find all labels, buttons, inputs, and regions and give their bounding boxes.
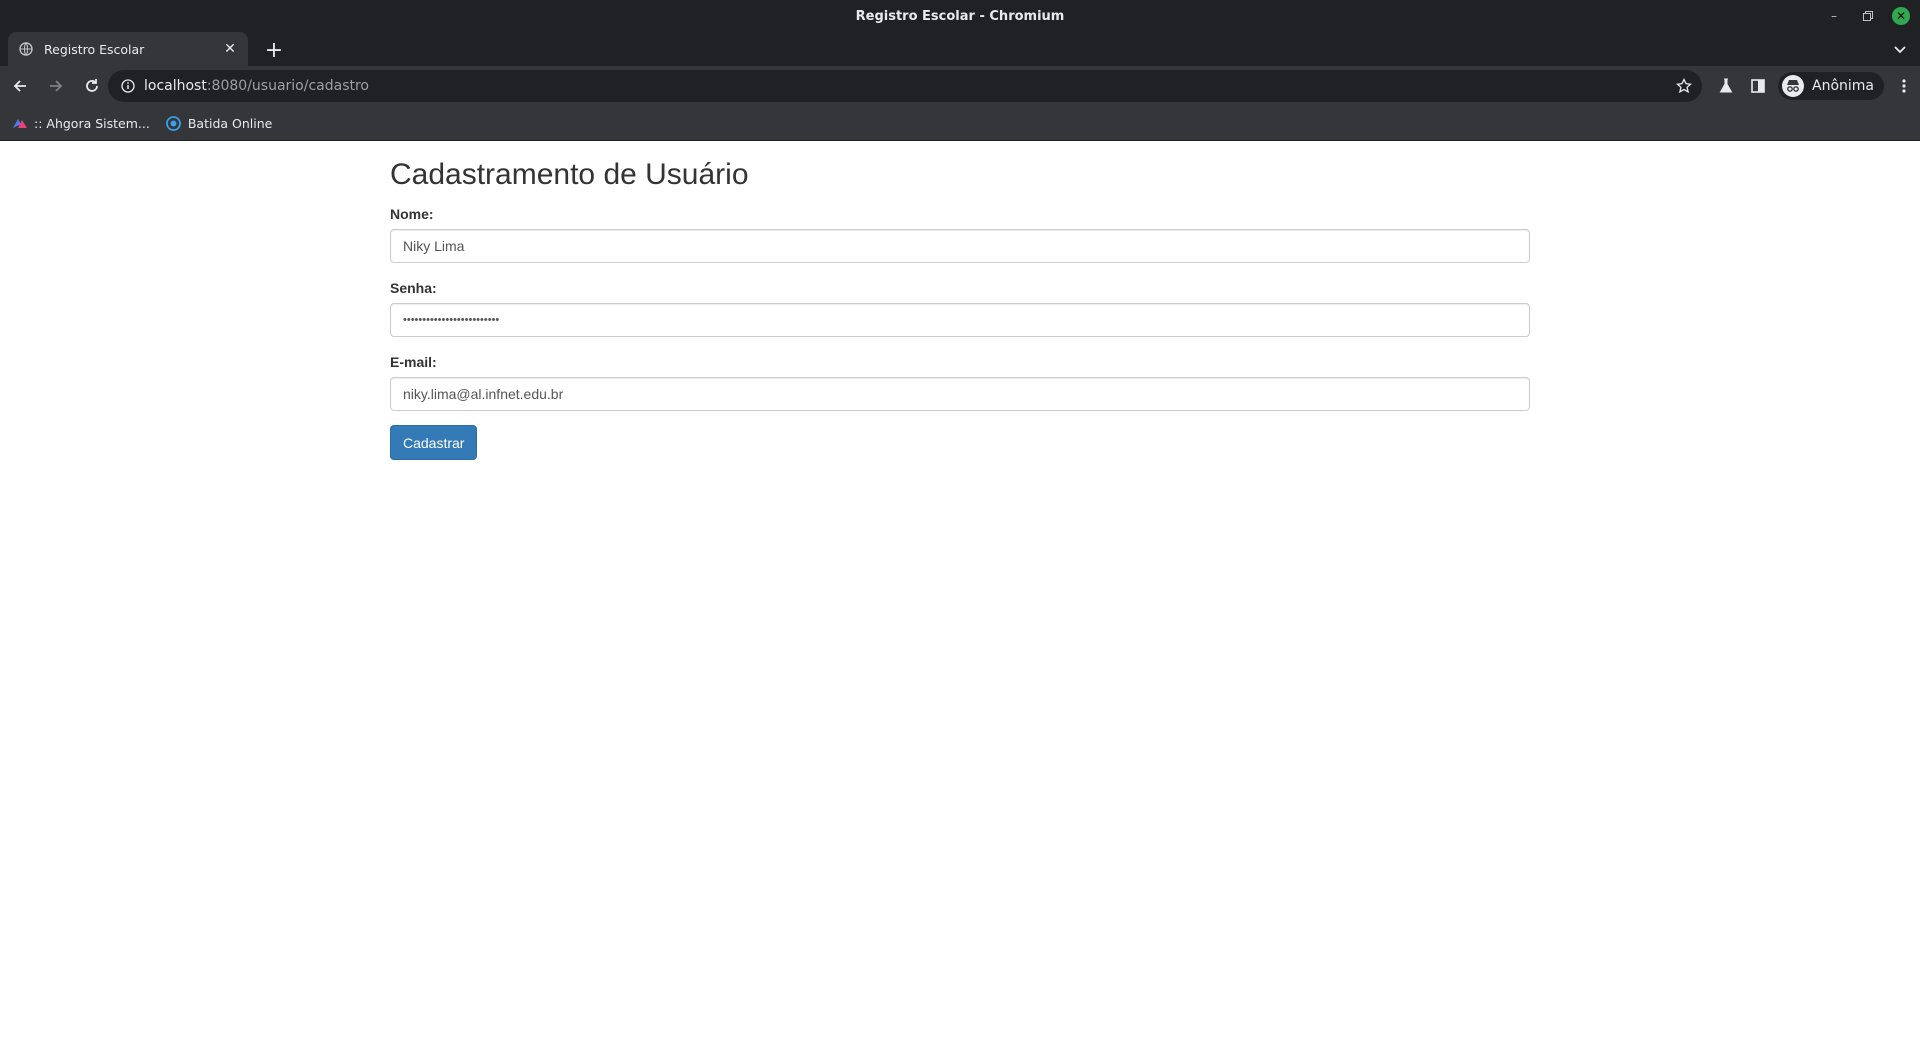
senha-field[interactable]: •••••••••••••••••••••••••: [390, 303, 1530, 337]
nome-label: Nome:: [390, 206, 434, 222]
address-bar[interactable]: localhost:8080/usuario/cadastro: [108, 70, 1702, 102]
forward-icon[interactable]: [40, 70, 72, 102]
page-title: Cadastramento de Usuário: [390, 158, 749, 191]
toolbar-right: Anônima: [1710, 66, 1920, 106]
url-host: localhost: [144, 78, 207, 94]
incognito-icon: [1782, 75, 1804, 97]
labs-flask-icon[interactable]: [1710, 70, 1742, 102]
new-tab-icon[interactable]: +: [262, 38, 286, 63]
ahgora-icon: [12, 115, 28, 131]
senha-label: Senha:: [390, 280, 437, 296]
bookmark-label: Batida Online: [187, 115, 273, 131]
profile-chip[interactable]: Anônima: [1778, 72, 1884, 100]
tab-title: Registro Escolar: [44, 41, 145, 57]
site-info-icon[interactable]: [120, 78, 136, 94]
bookmark-star-icon[interactable]: [1676, 77, 1692, 94]
menu-kebab-icon[interactable]: [1888, 70, 1920, 102]
globe-icon: [18, 41, 34, 57]
senha-value: •••••••••••••••••••••••••: [403, 314, 500, 326]
window-title: Registro Escolar - Chromium: [855, 8, 1065, 24]
nome-field[interactable]: Niky Lima: [390, 229, 1530, 263]
bookmarks-bar: :: Ahgora Sistem... Batida Online: [0, 106, 1920, 141]
browser-toolbar: localhost:8080/usuario/cadastro Anônima: [0, 66, 1920, 106]
side-panel-icon[interactable]: [1742, 70, 1774, 102]
close-tab-icon[interactable]: ✕: [222, 41, 238, 57]
bookmark-label: :: Ahgora Sistem...: [34, 115, 150, 131]
chevron-down-icon[interactable]: [1890, 40, 1910, 60]
minimize-icon[interactable]: –: [1824, 6, 1844, 26]
back-icon[interactable]: [4, 70, 36, 102]
email-value: niky.lima@al.infnet.edu.br: [403, 386, 564, 402]
window-titlebar: Registro Escolar - Chromium – ✕: [0, 0, 1920, 32]
batida-icon: [166, 115, 182, 131]
cadastrar-button[interactable]: Cadastrar: [390, 425, 478, 460]
reload-icon[interactable]: [76, 70, 108, 102]
close-window-icon[interactable]: ✕: [1892, 7, 1910, 25]
email-label: E-mail:: [390, 354, 437, 370]
window-controls: – ✕: [1824, 6, 1910, 26]
bookmark-ahgora[interactable]: :: Ahgora Sistem...: [12, 115, 150, 131]
profile-name: Anônima: [1812, 78, 1874, 94]
tab-registro-escolar[interactable]: Registro Escolar ✕: [8, 32, 248, 66]
url-path: :8080/usuario/cadastro: [206, 78, 369, 94]
tab-strip: Registro Escolar ✕ +: [0, 32, 1920, 66]
email-field[interactable]: niky.lima@al.infnet.edu.br: [390, 377, 1530, 411]
restore-icon[interactable]: [1858, 6, 1878, 26]
nome-value: Niky Lima: [403, 238, 465, 254]
bookmark-batida-online[interactable]: Batida Online: [166, 115, 273, 131]
page-content: Cadastramento de Usuário Nome: Niky Lima…: [0, 141, 1920, 1040]
